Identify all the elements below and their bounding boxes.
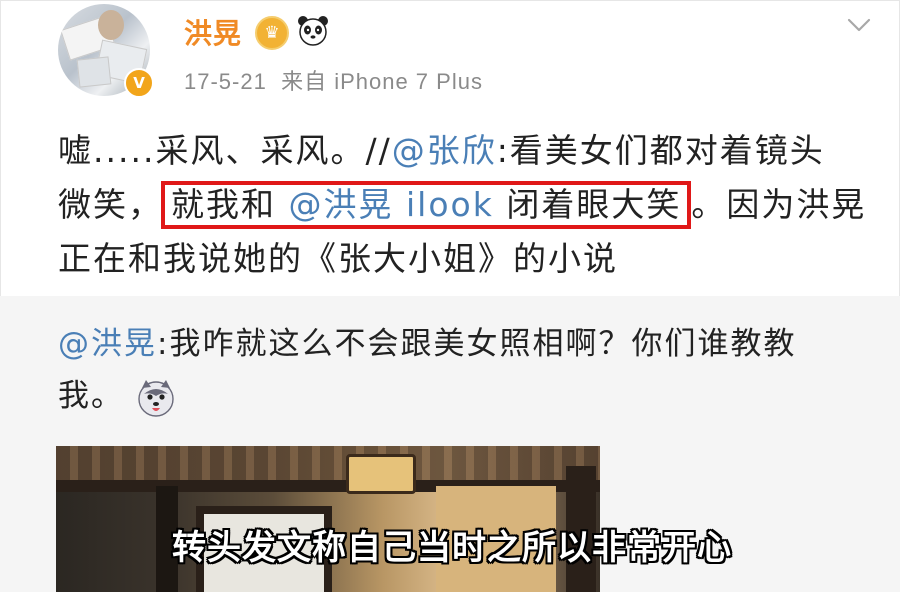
mention-link[interactable]: @张欣: [392, 131, 497, 170]
post-text-segment: :看美女们都对着镜头: [496, 131, 825, 170]
post-line: 正在和我说她的《张大小姐》的小说: [58, 232, 868, 286]
chevron-down-icon[interactable]: [846, 12, 872, 38]
post-text-segment: 微笑，: [58, 185, 163, 224]
avatar-paper: [76, 56, 112, 88]
mention-link[interactable]: @洪晃: [58, 326, 157, 362]
video-subtitle: 转头发文称自己当时之所以非常开心: [172, 528, 732, 568]
post-text-segment: 。因为洪晃: [691, 185, 867, 224]
repost-text: @洪晃:我咋就这么不会跟美女照相啊？你们谁教教我。: [58, 318, 858, 422]
post-text: 嘘.....采风、采风。//@张欣:看美女们都对着镜头 微笑， 就我和 @洪晃 i…: [58, 124, 868, 286]
post-image[interactable]: [56, 446, 600, 592]
post-line: 嘘.....采风、采风。//@张欣:看美女们都对着镜头: [58, 124, 868, 178]
post-text-segment: 嘘.....采风、采风。//: [58, 131, 392, 170]
post-meta: 17-5-21 来自 iPhone 7 Plus: [184, 64, 483, 96]
highlight-box: 就我和 @洪晃 ilook 闭着眼大笑: [161, 181, 692, 229]
crown-icon: ♛: [255, 16, 289, 50]
panda-icon: [298, 16, 328, 46]
husky-icon: [138, 379, 174, 417]
avatar-face: [98, 10, 124, 40]
post-line: 微笑， 就我和 @洪晃 ilook 闭着眼大笑 。因为洪晃: [58, 178, 868, 232]
post-text-segment: 正在和我说她的《张大小姐》的小说: [58, 239, 618, 278]
verified-badge-icon: V: [124, 68, 154, 98]
username[interactable]: 洪晃: [184, 12, 242, 52]
post-date: 17-5-21: [184, 69, 267, 94]
post-text-segment: 闭着眼大笑: [493, 185, 682, 224]
post-text-segment: 就我和: [171, 185, 289, 224]
mention-link[interactable]: @洪晃 ilook: [289, 185, 494, 224]
post-source: 来自 iPhone 7 Plus: [281, 69, 483, 94]
image-lamp: [346, 454, 416, 494]
